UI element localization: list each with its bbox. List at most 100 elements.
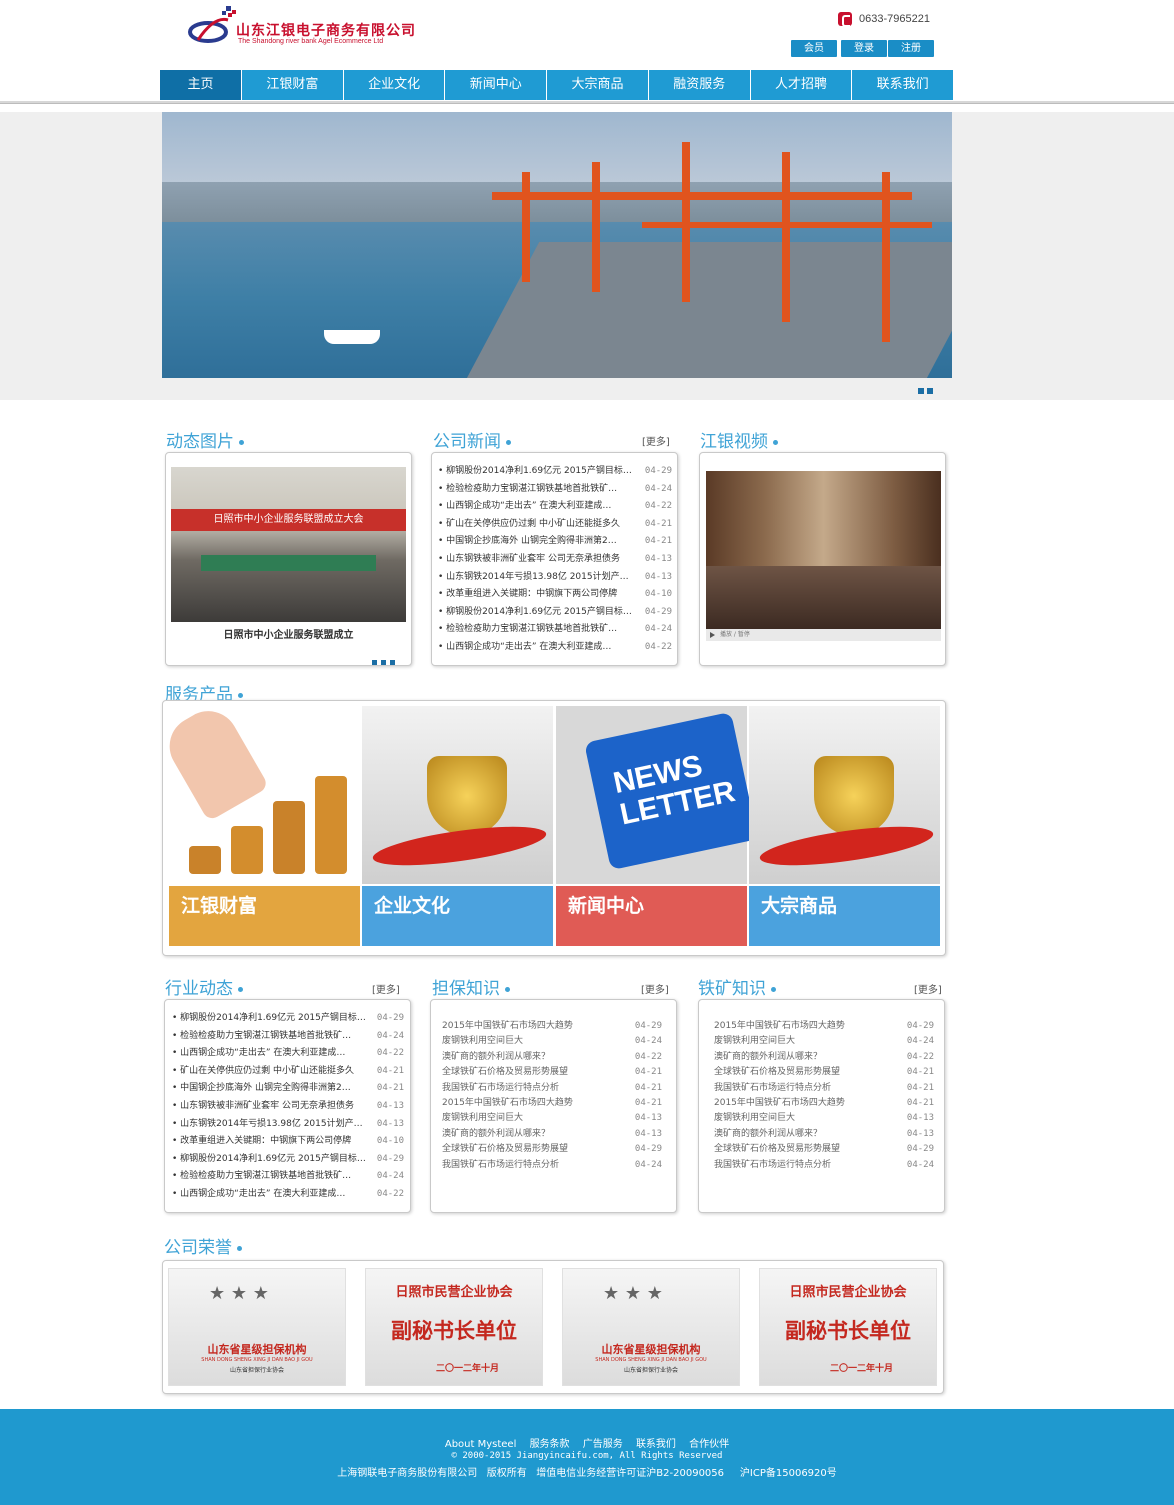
iron-item[interactable]: 废钢铁利用空间巨大 04-24 (714, 1034, 934, 1049)
industry-item[interactable]: 改革重组进入关键期：中钢旗下两公司停牌 04-10 (172, 1133, 404, 1151)
news-item-title[interactable]: 柳钢股份2014净利1.69亿元 2015产钢目标… (438, 604, 634, 622)
product-wealth[interactable]: 江银财富 (158, 700, 360, 946)
industry-item-title[interactable]: 柳钢股份2014净利1.69亿元 2015产钢目标… (172, 1151, 368, 1169)
register-button[interactable]: 注册 (888, 40, 934, 57)
industry-item-title[interactable]: 山西钢企成功“走出去” 在澳大利亚建成… (172, 1045, 368, 1063)
news-item[interactable]: 检验检疫助力宝钢湛江钢铁基地首批铁矿… 04-24 (438, 621, 672, 639)
guarantee-item-title[interactable]: 2015年中国铁矿石市场四大趋势 (442, 1019, 638, 1034)
news-item-title[interactable]: 山西钢企成功“走出去” 在澳大利亚建成… (438, 498, 634, 516)
banner-image[interactable] (162, 112, 952, 378)
honor-plaque-d[interactable]: 日照市民营企业协会 副秘书长单位 二〇一二年十月 (759, 1268, 937, 1386)
news-item[interactable]: 柳钢股份2014净利1.69亿元 2015产钢目标… 04-29 (438, 604, 672, 622)
iron-item[interactable]: 2015年中国铁矿石市场四大趋势 04-21 (714, 1096, 934, 1111)
guarantee-item[interactable]: 全球铁矿石价格及贸易形势展望 04-29 (442, 1142, 662, 1157)
guarantee-item-title[interactable]: 全球铁矿石价格及贸易形势展望 (442, 1142, 638, 1157)
nav-news[interactable]: 新闻中心 (445, 70, 548, 100)
industry-item[interactable]: 矿山在关停供应仍过剩 中小矿山还能挺多久 04-21 (172, 1063, 404, 1081)
iron-item[interactable]: 全球铁矿石价格及贸易形势展望 04-29 (714, 1142, 934, 1157)
news-item-title[interactable]: 矿山在关停供应仍过剩 中小矿山还能挺多久 (438, 516, 634, 534)
industry-item[interactable]: 柳钢股份2014净利1.69亿元 2015产钢目标… 04-29 (172, 1151, 404, 1169)
industry-item-title[interactable]: 柳钢股份2014净利1.69亿元 2015产钢目标… (172, 1010, 368, 1028)
iron-item-title[interactable]: 澳矿商的额外利润从哪来？ (714, 1127, 910, 1142)
company-news-more-link[interactable]: [更多] (642, 433, 670, 448)
guarantee-item[interactable]: 废钢铁利用空间巨大 04-24 (442, 1034, 662, 1049)
iron-item-title[interactable]: 2015年中国铁矿石市场四大趋势 (714, 1096, 910, 1111)
product-culture[interactable]: 企业文化 (362, 706, 553, 946)
guarantee-item-title[interactable]: 2015年中国铁矿石市场四大趋势 (442, 1096, 638, 1111)
news-item-title[interactable]: 检验检疫助力宝钢湛江钢铁基地首批铁矿… (438, 621, 634, 639)
iron-item[interactable]: 我国铁矿石市场运行特点分析 04-21 (714, 1081, 934, 1096)
guarantee-item-title[interactable]: 澳矿商的额外利润从哪来？ (442, 1127, 638, 1142)
guarantee-item[interactable]: 澳矿商的额外利润从哪来？ 04-22 (442, 1050, 662, 1065)
iron-item-title[interactable]: 全球铁矿石价格及贸易形势展望 (714, 1142, 910, 1157)
iron-item[interactable]: 废钢铁利用空间巨大 04-13 (714, 1111, 934, 1126)
industry-item-title[interactable]: 检验检疫助力宝钢湛江钢铁基地首批铁矿… (172, 1028, 368, 1046)
iron-item-title[interactable]: 废钢铁利用空间巨大 (714, 1034, 910, 1049)
photo-pager[interactable] (372, 654, 395, 668)
video-frame[interactable] (706, 471, 941, 629)
guarantee-item[interactable]: 澳矿商的额外利润从哪来？ 04-13 (442, 1127, 662, 1142)
footer-link-contact[interactable]: 联系我们 (636, 1439, 676, 1450)
guarantee-item[interactable]: 2015年中国铁矿石市场四大趋势 04-21 (442, 1096, 662, 1111)
industry-item[interactable]: 中国钢企抄底海外 山钢完全购得非洲第2… 04-21 (172, 1080, 404, 1098)
footer-link-ads[interactable]: 广告服务 (583, 1439, 623, 1450)
news-item[interactable]: 山西钢企成功“走出去” 在澳大利亚建成… 04-22 (438, 639, 672, 657)
iron-item-title[interactable]: 全球铁矿石价格及贸易形势展望 (714, 1065, 910, 1080)
news-item[interactable]: 矿山在关停供应仍过剩 中小矿山还能挺多久 04-21 (438, 516, 672, 534)
industry-item-title[interactable]: 山东钢铁2014年亏损13.98亿 2015计划产… (172, 1116, 368, 1134)
industry-item[interactable]: 山西钢企成功“走出去” 在澳大利亚建成… 04-22 (172, 1186, 404, 1204)
iron-item-title[interactable]: 废钢铁利用空间巨大 (714, 1111, 910, 1126)
news-item-title[interactable]: 中国钢企抄底海外 山钢完全购得非洲第2… (438, 533, 634, 551)
guarantee-item[interactable]: 废钢铁利用空间巨大 04-13 (442, 1111, 662, 1126)
industry-item[interactable]: 山东钢铁2014年亏损13.98亿 2015计划产… 04-13 (172, 1116, 404, 1134)
guarantee-item-title[interactable]: 我国铁矿石市场运行特点分析 (442, 1158, 638, 1173)
news-item[interactable]: 山东钢铁被非洲矿业套牢 公司无奈承担债务 04-13 (438, 551, 672, 569)
nav-recruitment[interactable]: 人才招聘 (751, 70, 853, 100)
iron-item[interactable]: 我国铁矿石市场运行特点分析 04-24 (714, 1158, 934, 1173)
news-item-title[interactable]: 山西钢企成功“走出去” 在澳大利亚建成… (438, 639, 634, 657)
industry-more-link[interactable]: [更多] (372, 981, 400, 996)
nav-commodities[interactable]: 大宗商品 (547, 70, 649, 100)
iron-item-title[interactable]: 澳矿商的额外利润从哪来？ (714, 1050, 910, 1065)
industry-item[interactable]: 检验检疫助力宝钢湛江钢铁基地首批铁矿… 04-24 (172, 1168, 404, 1186)
guarantee-item[interactable]: 我国铁矿石市场运行特点分析 04-24 (442, 1158, 662, 1173)
footer-link-terms[interactable]: 服务条款 (530, 1439, 570, 1450)
news-item[interactable]: 检验检疫助力宝钢湛江钢铁基地首批铁矿… 04-24 (438, 481, 672, 499)
nav-wealth[interactable]: 江银财富 (242, 70, 344, 100)
nav-culture[interactable]: 企业文化 (344, 70, 446, 100)
industry-item[interactable]: 柳钢股份2014净利1.69亿元 2015产钢目标… 04-29 (172, 1010, 404, 1028)
industry-item[interactable]: 检验检疫助力宝钢湛江钢铁基地首批铁矿… 04-24 (172, 1028, 404, 1046)
guarantee-item-title[interactable]: 废钢铁利用空间巨大 (442, 1034, 638, 1049)
guarantee-item-title[interactable]: 我国铁矿石市场运行特点分析 (442, 1081, 638, 1096)
play-icon[interactable] (710, 632, 715, 638)
industry-item[interactable]: 山东钢铁被非洲矿业套牢 公司无奈承担债务 04-13 (172, 1098, 404, 1116)
news-item-title[interactable]: 柳钢股份2014净利1.69亿元 2015产钢目标… (438, 463, 634, 481)
honor-plaque-c[interactable]: ★ ★ ★ 山东省星级担保机构 SHAN DONG SHENG XING JI … (562, 1268, 740, 1386)
footer-link-partners[interactable]: 合作伙伴 (689, 1439, 729, 1450)
iron-item-title[interactable]: 我国铁矿石市场运行特点分析 (714, 1081, 910, 1096)
nav-contact[interactable]: 联系我们 (852, 70, 953, 100)
news-item-title[interactable]: 改革重组进入关键期：中钢旗下两公司停牌 (438, 586, 634, 604)
news-item[interactable]: 山东钢铁2014年亏损13.98亿 2015计划产… 04-13 (438, 569, 672, 587)
news-item[interactable]: 中国钢企抄底海外 山钢完全购得非洲第2… 04-21 (438, 533, 672, 551)
nav-financing[interactable]: 融资服务 (649, 70, 751, 100)
iron-item[interactable]: 全球铁矿石价格及贸易形势展望 04-21 (714, 1065, 934, 1080)
guarantee-item-title[interactable]: 澳矿商的额外利润从哪来？ (442, 1050, 638, 1065)
industry-item-title[interactable]: 山西钢企成功“走出去” 在澳大利亚建成… (172, 1186, 368, 1204)
company-logo[interactable]: 山东江银电子商务有限公司 The Shandong river bank Age… (188, 6, 428, 50)
honor-plaque-b[interactable]: 日照市民营企业协会 副秘书长单位 二〇一二年十月 (365, 1268, 543, 1386)
iron-item[interactable]: 澳矿商的额外利润从哪来？ 04-13 (714, 1127, 934, 1142)
banner-pager[interactable] (918, 383, 936, 397)
product-news[interactable]: NEWS LETTER 新闻中心 (556, 706, 758, 946)
video-controls[interactable]: 播放 / 暂停 (706, 629, 941, 641)
news-item-title[interactable]: 检验检疫助力宝钢湛江钢铁基地首批铁矿… (438, 481, 634, 499)
industry-item-title[interactable]: 中国钢企抄底海外 山钢完全购得非洲第2… (172, 1080, 368, 1098)
iron-item[interactable]: 澳矿商的额外利润从哪来？ 04-22 (714, 1050, 934, 1065)
iron-item-title[interactable]: 2015年中国铁矿石市场四大趋势 (714, 1019, 910, 1034)
nav-home[interactable]: 主页 (160, 70, 242, 100)
industry-item[interactable]: 山西钢企成功“走出去” 在澳大利亚建成… 04-22 (172, 1045, 404, 1063)
login-button[interactable]: 登录 (841, 40, 887, 57)
iron-item-title[interactable]: 我国铁矿石市场运行特点分析 (714, 1158, 910, 1173)
iron-item[interactable]: 2015年中国铁矿石市场四大趋势 04-29 (714, 1019, 934, 1034)
honor-plaque-a[interactable]: ★ ★ ★ 山东省星级担保机构 SHAN DONG SHENG XING JI … (168, 1268, 346, 1386)
